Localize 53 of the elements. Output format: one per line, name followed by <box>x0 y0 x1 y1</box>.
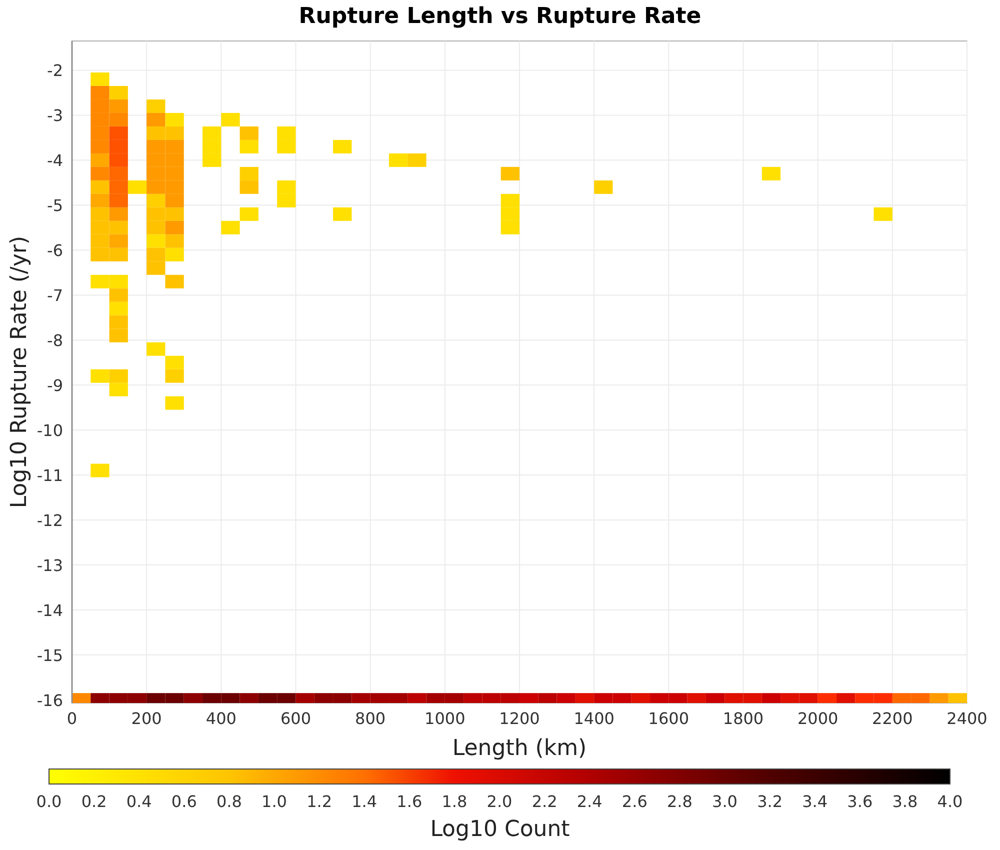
color-scale-tick-label: 2.6 <box>622 792 648 811</box>
axis-tick-label: 1400 <box>574 709 614 728</box>
axis-tick-label: -15 <box>36 646 63 665</box>
color-scale-tick-label: 3.8 <box>892 792 918 811</box>
axis-tick-label: -13 <box>36 556 63 575</box>
axis-tick-label: -16 <box>36 690 63 710</box>
axis-tick-label: -7 <box>47 286 63 306</box>
axis-tick-label: -3 <box>47 106 63 126</box>
axis-tick-label: 2200 <box>872 709 913 728</box>
color-scale-tick-label: 2.2 <box>532 792 558 811</box>
axis-tick-label: 200 <box>131 709 162 728</box>
color-scale-tick-label: 3.4 <box>802 792 828 811</box>
y-axis-title: Log10 Rupture Rate (/yr) <box>7 236 32 508</box>
color-scale-tick-label: 0.0 <box>36 792 62 811</box>
color-scale-tick-label: 0.6 <box>171 792 197 811</box>
axis-tick-label: 1600 <box>648 709 690 728</box>
axis-tick-label: -14 <box>36 600 63 620</box>
axis-tick-label: -10 <box>36 421 63 440</box>
axis-tick-label: 1800 <box>722 709 764 728</box>
axis-tick-label: -2 <box>47 61 63 80</box>
color-scale-tick-label: 0.8 <box>216 792 242 811</box>
axis-tick-label: -8 <box>47 331 63 350</box>
color-scale-tick-label: 1.8 <box>442 792 468 811</box>
color-scale-tick-label: 1.2 <box>306 792 332 811</box>
color-scale-tick-label: 3.0 <box>712 792 738 811</box>
color-scale-tick-label: 2.4 <box>576 792 602 811</box>
x-axis-title: Length (km) <box>452 736 587 761</box>
chart-title: Rupture Length vs Rupture Rate <box>298 4 702 29</box>
color-scale-tick-label: 3.6 <box>847 792 873 811</box>
color-scale-tick-label: 0.4 <box>126 792 152 811</box>
axis-tick-label: -9 <box>47 376 63 396</box>
axis-tick-label: 600 <box>280 709 312 728</box>
color-scale-tick-label: 0.2 <box>81 792 107 811</box>
axis-tick-label: -5 <box>47 196 63 216</box>
axis-tick-label: 1000 <box>424 709 466 728</box>
axis-tick-label: -12 <box>36 510 63 530</box>
color-scale-tick-label: 2.0 <box>486 792 512 811</box>
axis-tick-label: -11 <box>36 466 63 485</box>
axis-tick-label: -4 <box>47 151 63 170</box>
color-scale-tick-label: 3.2 <box>757 792 783 811</box>
axis-tick-label: 0 <box>66 709 78 728</box>
axis-tick-label: 1200 <box>499 709 540 728</box>
axis-tick-label: 400 <box>206 709 236 728</box>
axis-tick-label: 800 <box>355 709 386 728</box>
color-scale-tick-label: 1.0 <box>262 792 287 811</box>
axis-tick-label: 2000 <box>797 709 838 728</box>
color-scale-title: Log10 Count <box>430 817 570 842</box>
axis-tick-label: 2400 <box>946 709 988 728</box>
color-scale-tick-label: 4.0 <box>937 792 963 811</box>
color-scale-tick-label: 1.6 <box>396 792 422 811</box>
color-scale-tick-label: 1.4 <box>352 792 378 811</box>
color-scale-tick-label: 2.8 <box>666 792 692 811</box>
axis-tick-label: -6 <box>47 241 63 260</box>
